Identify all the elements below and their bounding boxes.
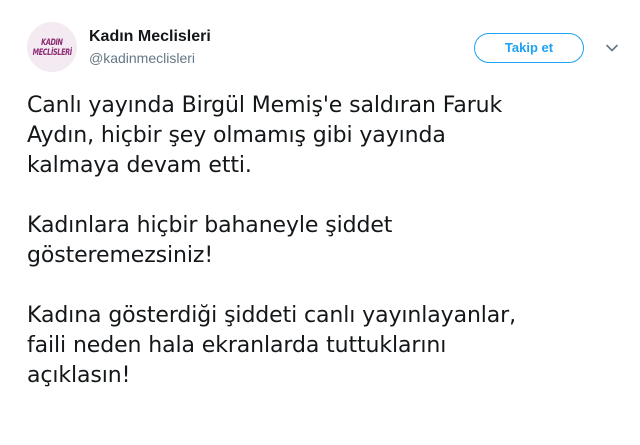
tweet-line: açıklasın! (27, 363, 131, 388)
avatar-logo-line-1: KADIN (41, 37, 63, 48)
account-names: Kadın Meclisleri @kadinmeclisleri (89, 27, 211, 68)
tweet-paragraph: Canlı yayında Birgül Memiş'e saldıran Fa… (27, 91, 627, 181)
follow-button[interactable]: Takip et (474, 33, 584, 63)
chevron-down-icon[interactable] (604, 40, 620, 56)
avatar[interactable]: KADIN MECLİSLERİ (27, 22, 77, 72)
tweet-line: faili neden hala ekranlarda tuttuklarını (27, 333, 447, 358)
tweet-line: gösteremezsiniz! (27, 243, 214, 268)
tweet-line: Aydın, hiçbir şey olmamış gibi yayında (27, 123, 446, 148)
tweet-line: kalmaya devam etti. (27, 153, 252, 178)
avatar-logo-line-2: MECLİSLERİ (32, 47, 72, 58)
display-name[interactable]: Kadın Meclisleri (89, 27, 211, 47)
tweet-line: Kadına gösterdiği şiddeti canlı yayınlay… (27, 303, 517, 328)
tweet-paragraph: Kadınlara hiçbir bahaneyle şiddet göster… (27, 211, 627, 271)
tweet-text: Canlı yayında Birgül Memiş'e saldıran Fa… (27, 91, 627, 391)
tweet-paragraph: Kadına gösterdiği şiddeti canlı yayınlay… (27, 301, 627, 391)
account-handle[interactable]: @kadinmeclisleri (89, 48, 211, 68)
tweet-line: Kadınlara hiçbir bahaneyle şiddet (27, 213, 393, 238)
tweet-card: KADIN MECLİSLERİ Kadın Meclisleri @kadin… (0, 0, 640, 445)
tweet-header: KADIN MECLİSLERİ Kadın Meclisleri @kadin… (27, 18, 627, 78)
tweet-line: Canlı yayında Birgül Memiş'e saldıran Fa… (27, 93, 503, 118)
